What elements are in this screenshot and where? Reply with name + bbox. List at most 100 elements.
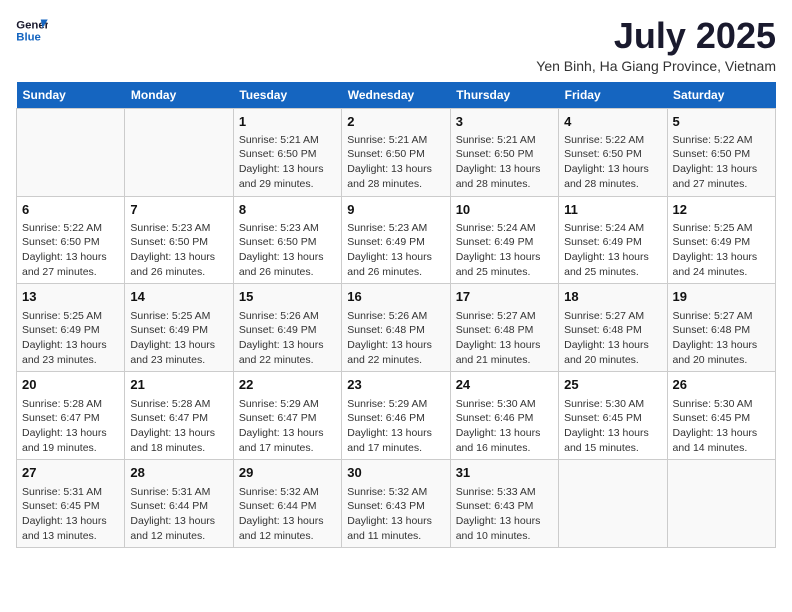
day-number: 6 — [22, 201, 119, 219]
day-number: 9 — [347, 201, 444, 219]
calendar-cell: 13 Sunrise: 5:25 AM Sunset: 6:49 PM Dayli… — [17, 284, 125, 372]
day-info: Sunrise: 5:31 AM Sunset: 6:44 PM Dayligh… — [130, 485, 227, 544]
day-info: Sunrise: 5:30 AM Sunset: 6:45 PM Dayligh… — [673, 397, 770, 456]
calendar-cell: 29Sunrise: 5:32 AM Sunset: 6:44 PM Dayli… — [233, 460, 341, 548]
day-info: Sunrise: 5:21 AM Sunset: 6:50 PM Dayligh… — [456, 133, 553, 192]
calendar-week-row: 13 Sunrise: 5:25 AM Sunset: 6:49 PM Dayli… — [17, 284, 776, 372]
svg-text:Blue: Blue — [16, 32, 41, 44]
day-info: Sunrise: 5:30 AM Sunset: 6:46 PM Dayligh… — [456, 397, 553, 456]
weekday-header-thursday: Thursday — [450, 82, 558, 109]
day-number: 21 — [130, 376, 227, 394]
calendar-week-row: 6 Sunrise: 5:22 AM Sunset: 6:50 PM Daylig… — [17, 196, 776, 284]
day-info: Sunrise: 5:22 AM Sunset: 6:50 PM Dayligh… — [564, 133, 661, 192]
calendar-cell: 14 Sunrise: 5:25 AM Sunset: 6:49 PM Dayli… — [125, 284, 233, 372]
calendar-cell — [125, 108, 233, 196]
day-number: 28 — [130, 464, 227, 482]
calendar-cell: 18 Sunrise: 5:27 AM Sunset: 6:48 PM Dayli… — [559, 284, 667, 372]
calendar-cell — [559, 460, 667, 548]
day-info: Sunrise: 5:27 AM Sunset: 6:48 PM Dayligh… — [673, 309, 770, 368]
calendar-cell: 26 Sunrise: 5:30 AM Sunset: 6:45 PM Dayli… — [667, 372, 775, 460]
day-number: 7 — [130, 201, 227, 219]
calendar-cell: 9Sunrise: 5:23 AM Sunset: 6:49 PM Daylig… — [342, 196, 450, 284]
day-info: Sunrise: 5:29 AM Sunset: 6:47 PM Dayligh… — [239, 397, 336, 456]
day-info: Sunrise: 5:27 AM Sunset: 6:48 PM Dayligh… — [564, 309, 661, 368]
day-number: 24 — [456, 376, 553, 394]
day-number: 5 — [673, 113, 770, 131]
day-number: 12 — [673, 201, 770, 219]
day-info: Sunrise: 5:25 AM Sunset: 6:49 PM Dayligh… — [22, 309, 119, 368]
location: Yen Binh, Ha Giang Province, Vietnam — [536, 58, 776, 74]
day-info: Sunrise: 5:22 AM Sunset: 6:50 PM Dayligh… — [22, 221, 119, 280]
day-number: 10 — [456, 201, 553, 219]
calendar-cell: 19 Sunrise: 5:27 AM Sunset: 6:48 PM Dayli… — [667, 284, 775, 372]
calendar-cell: 20 Sunrise: 5:28 AM Sunset: 6:47 PM Dayli… — [17, 372, 125, 460]
day-number: 18 — [564, 288, 661, 306]
day-info: Sunrise: 5:21 AM Sunset: 6:50 PM Dayligh… — [239, 133, 336, 192]
day-number: 26 — [673, 376, 770, 394]
day-number: 13 — [22, 288, 119, 306]
day-number: 16 — [347, 288, 444, 306]
calendar-cell: 7 Sunrise: 5:23 AM Sunset: 6:50 PM Daylig… — [125, 196, 233, 284]
calendar-week-row: 20 Sunrise: 5:28 AM Sunset: 6:47 PM Dayli… — [17, 372, 776, 460]
day-number: 20 — [22, 376, 119, 394]
calendar-cell: 6 Sunrise: 5:22 AM Sunset: 6:50 PM Daylig… — [17, 196, 125, 284]
day-number: 23 — [347, 376, 444, 394]
weekday-header-row: SundayMondayTuesdayWednesdayThursdayFrid… — [17, 82, 776, 109]
calendar-cell: 12Sunrise: 5:25 AM Sunset: 6:49 PM Dayli… — [667, 196, 775, 284]
weekday-header-saturday: Saturday — [667, 82, 775, 109]
month-title: July 2025 — [536, 16, 776, 56]
logo: General Blue — [16, 16, 48, 44]
day-info: Sunrise: 5:28 AM Sunset: 6:47 PM Dayligh… — [22, 397, 119, 456]
day-info: Sunrise: 5:33 AM Sunset: 6:43 PM Dayligh… — [456, 485, 553, 544]
calendar-cell: 21 Sunrise: 5:28 AM Sunset: 6:47 PM Dayli… — [125, 372, 233, 460]
day-info: Sunrise: 5:22 AM Sunset: 6:50 PM Dayligh… — [673, 133, 770, 192]
calendar-cell: 16 Sunrise: 5:26 AM Sunset: 6:48 PM Dayli… — [342, 284, 450, 372]
day-number: 17 — [456, 288, 553, 306]
day-info: Sunrise: 5:24 AM Sunset: 6:49 PM Dayligh… — [564, 221, 661, 280]
day-number: 4 — [564, 113, 661, 131]
weekday-header-monday: Monday — [125, 82, 233, 109]
calendar-week-row: 27Sunrise: 5:31 AM Sunset: 6:45 PM Dayli… — [17, 460, 776, 548]
weekday-header-wednesday: Wednesday — [342, 82, 450, 109]
day-info: Sunrise: 5:25 AM Sunset: 6:49 PM Dayligh… — [130, 309, 227, 368]
calendar-cell: 31 Sunrise: 5:33 AM Sunset: 6:43 PM Dayli… — [450, 460, 558, 548]
day-number: 8 — [239, 201, 336, 219]
day-info: Sunrise: 5:24 AM Sunset: 6:49 PM Dayligh… — [456, 221, 553, 280]
day-info: Sunrise: 5:32 AM Sunset: 6:43 PM Dayligh… — [347, 485, 444, 544]
calendar-cell: 4 Sunrise: 5:22 AM Sunset: 6:50 PM Daylig… — [559, 108, 667, 196]
day-info: Sunrise: 5:28 AM Sunset: 6:47 PM Dayligh… — [130, 397, 227, 456]
day-number: 11 — [564, 201, 661, 219]
day-info: Sunrise: 5:32 AM Sunset: 6:44 PM Dayligh… — [239, 485, 336, 544]
calendar-table: SundayMondayTuesdayWednesdayThursdayFrid… — [16, 82, 776, 549]
calendar-cell: 28 Sunrise: 5:31 AM Sunset: 6:44 PM Dayli… — [125, 460, 233, 548]
calendar-cell: 5 Sunrise: 5:22 AM Sunset: 6:50 PM Daylig… — [667, 108, 775, 196]
calendar-cell: 24 Sunrise: 5:30 AM Sunset: 6:46 PM Dayli… — [450, 372, 558, 460]
day-info: Sunrise: 5:23 AM Sunset: 6:50 PM Dayligh… — [130, 221, 227, 280]
day-info: Sunrise: 5:21 AM Sunset: 6:50 PM Dayligh… — [347, 133, 444, 192]
calendar-cell: 23Sunrise: 5:29 AM Sunset: 6:46 PM Dayli… — [342, 372, 450, 460]
calendar-cell: 17 Sunrise: 5:27 AM Sunset: 6:48 PM Dayli… — [450, 284, 558, 372]
calendar-cell: 25 Sunrise: 5:30 AM Sunset: 6:45 PM Dayli… — [559, 372, 667, 460]
calendar-cell: 30Sunrise: 5:32 AM Sunset: 6:43 PM Dayli… — [342, 460, 450, 548]
calendar-cell: 3 Sunrise: 5:21 AM Sunset: 6:50 PM Daylig… — [450, 108, 558, 196]
logo-icon: General Blue — [16, 16, 48, 44]
day-number: 14 — [130, 288, 227, 306]
calendar-cell — [17, 108, 125, 196]
day-info: Sunrise: 5:23 AM Sunset: 6:50 PM Dayligh… — [239, 221, 336, 280]
weekday-header-sunday: Sunday — [17, 82, 125, 109]
weekday-header-friday: Friday — [559, 82, 667, 109]
day-number: 2 — [347, 113, 444, 131]
day-info: Sunrise: 5:27 AM Sunset: 6:48 PM Dayligh… — [456, 309, 553, 368]
day-number: 25 — [564, 376, 661, 394]
calendar-cell: 1Sunrise: 5:21 AM Sunset: 6:50 PM Daylig… — [233, 108, 341, 196]
day-info: Sunrise: 5:26 AM Sunset: 6:49 PM Dayligh… — [239, 309, 336, 368]
weekday-header-tuesday: Tuesday — [233, 82, 341, 109]
calendar-cell: 2 Sunrise: 5:21 AM Sunset: 6:50 PM Daylig… — [342, 108, 450, 196]
day-number: 31 — [456, 464, 553, 482]
day-number: 22 — [239, 376, 336, 394]
day-number: 19 — [673, 288, 770, 306]
day-info: Sunrise: 5:26 AM Sunset: 6:48 PM Dayligh… — [347, 309, 444, 368]
calendar-cell: 11 Sunrise: 5:24 AM Sunset: 6:49 PM Dayli… — [559, 196, 667, 284]
day-info: Sunrise: 5:30 AM Sunset: 6:45 PM Dayligh… — [564, 397, 661, 456]
day-number: 3 — [456, 113, 553, 131]
